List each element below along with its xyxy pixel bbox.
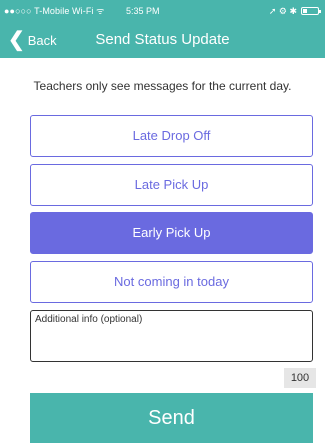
status-bar: ●●○○○ T-Mobile Wi-Fi ᯤ 5:35 PM ➚ ⚙ ✱	[0, 0, 325, 22]
additional-info-field[interactable]: Additional info (optional)	[30, 310, 313, 362]
send-button[interactable]: Send	[30, 393, 313, 443]
notice-text: Teachers only see messages for the curre…	[33, 79, 292, 93]
additional-info-placeholder: Additional info (optional)	[35, 314, 143, 325]
option-not-coming-in-today[interactable]: Not coming in today	[30, 261, 313, 303]
status-time: 5:35 PM	[126, 6, 160, 16]
option-early-pick-up[interactable]: Early Pick Up	[30, 212, 313, 254]
char-counter: 100	[284, 368, 316, 388]
nav-bar: ❮ Back Send Status Update	[0, 22, 325, 58]
status-symbols: ➚ ⚙ ✱	[268, 6, 297, 16]
option-late-pick-up[interactable]: Late Pick Up	[30, 164, 313, 206]
battery-icon	[301, 7, 321, 15]
carrier-label: ●●○○○ T-Mobile Wi-Fi ᯤ	[4, 6, 105, 16]
top-bar: ●●○○○ T-Mobile Wi-Fi ᯤ 5:35 PM ➚ ⚙ ✱ ❮ B…	[0, 0, 325, 58]
option-late-drop-off[interactable]: Late Drop Off	[30, 115, 313, 157]
status-icons: ➚ ⚙ ✱	[268, 0, 321, 22]
page-title: Send Status Update	[95, 31, 230, 48]
